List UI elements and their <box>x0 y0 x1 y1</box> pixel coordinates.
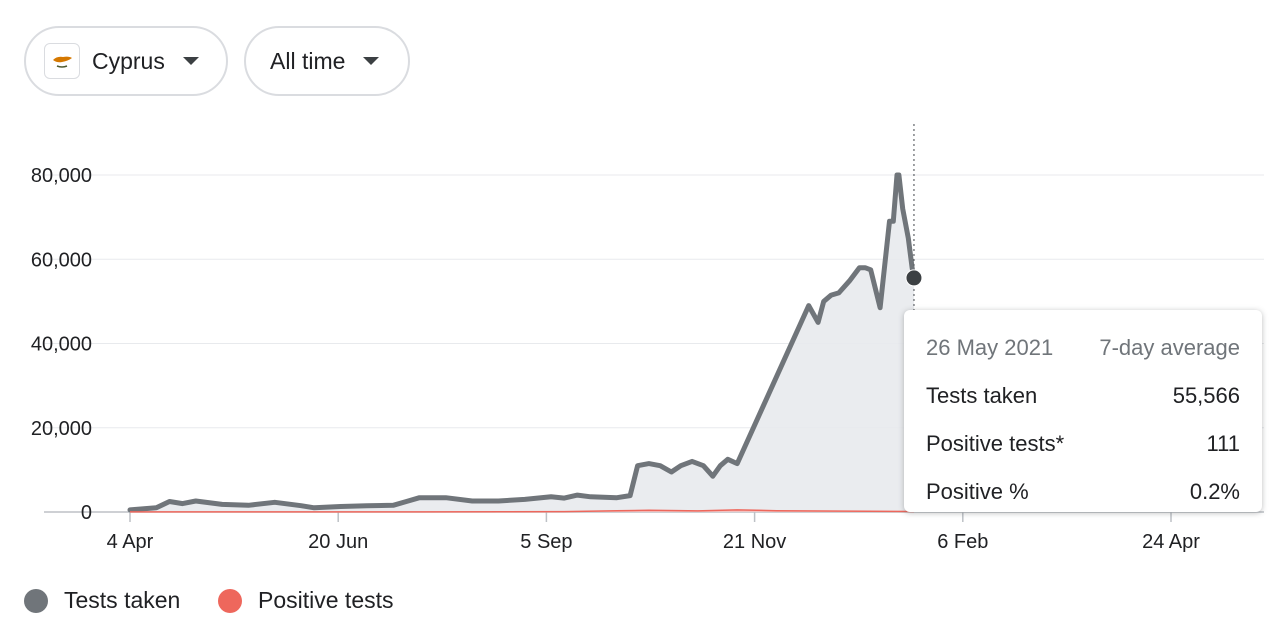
legend-tests-taken[interactable]: Tests taken <box>24 587 180 614</box>
legend-dot <box>24 588 48 613</box>
tooltip-percent-label: Positive % <box>926 479 1029 504</box>
x-tick-label: 6 Feb <box>937 531 988 553</box>
y-axis: 0 20,000 40,000 60,000 80,000 <box>31 165 92 524</box>
y-tick-label: 60,000 <box>31 249 92 271</box>
legend-dot <box>218 588 242 613</box>
data-tooltip: 26 May 2021 7-day average Tests taken 55… <box>904 310 1262 512</box>
x-tick-label: 5 Sep <box>520 531 572 553</box>
tooltip-date: 26 May 2021 <box>926 335 1054 360</box>
tooltip-mode: 7-day average <box>1099 335 1240 360</box>
x-tick-label: 21 Nov <box>723 531 786 553</box>
y-tick-label: 40,000 <box>31 334 92 356</box>
legend-label: Tests taken <box>64 587 181 613</box>
hover-point <box>905 269 923 287</box>
x-tick-label: 4 Apr <box>107 531 154 553</box>
y-tick-label: 20,000 <box>31 418 92 440</box>
tooltip-positive-value: 111 <box>1206 431 1240 456</box>
tooltip-percent-value: 0.2% <box>1189 479 1240 504</box>
legend-label: Positive tests <box>258 587 394 613</box>
y-tick-label: 0 <box>81 502 92 524</box>
x-tick-label: 20 Jun <box>308 531 368 553</box>
tooltip-positive-label: Positive tests* <box>926 431 1065 456</box>
legend-positive-tests[interactable]: Positive tests <box>218 587 394 614</box>
y-tick-label: 80,000 <box>31 165 92 187</box>
tooltip-tests-label: Tests taken <box>926 383 1038 408</box>
tooltip-tests-value: 55,566 <box>1172 383 1240 408</box>
x-axis: 4 Apr 20 Jun 5 Sep 21 Nov 6 Feb 24 Apr <box>107 512 1200 553</box>
x-tick-label: 24 Apr <box>1142 531 1200 553</box>
